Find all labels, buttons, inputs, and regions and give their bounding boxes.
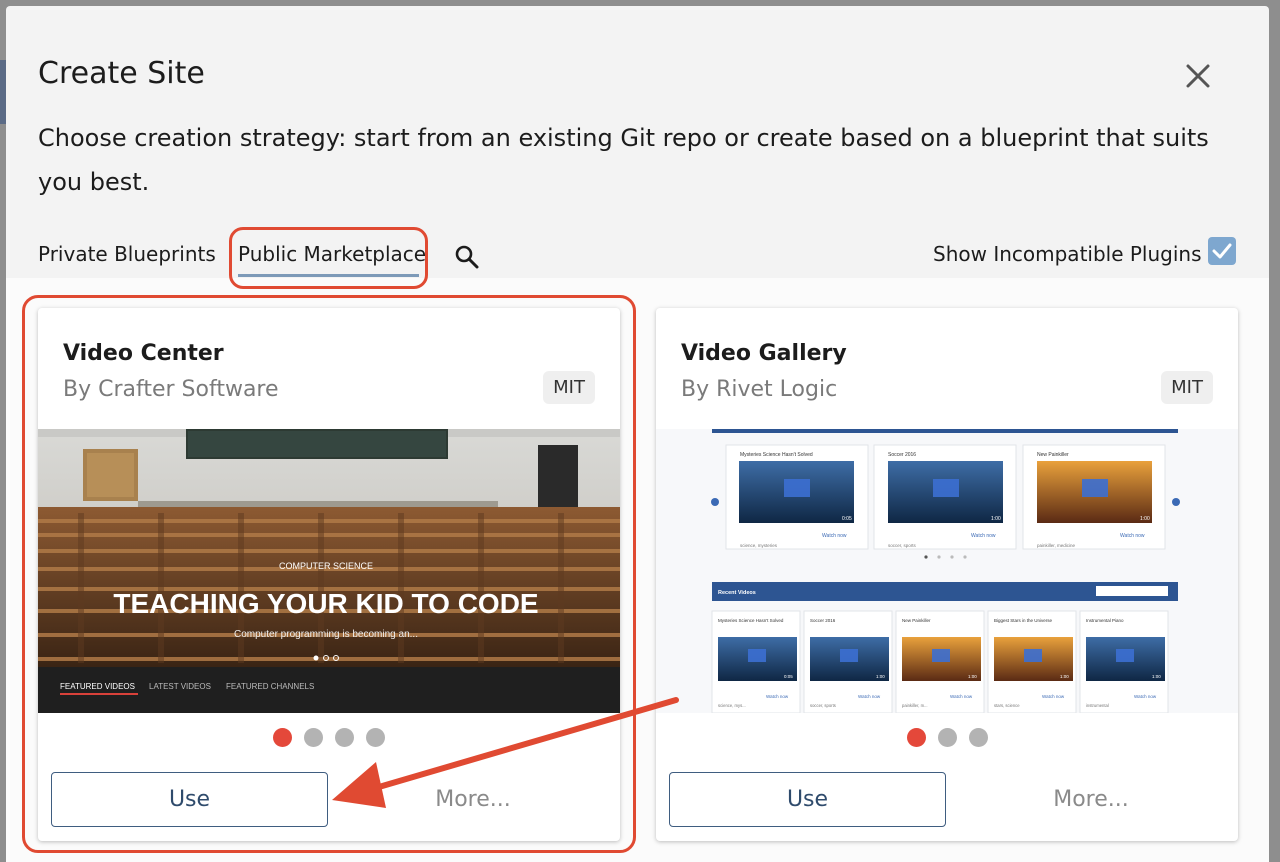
dialog-title: Create Site [38, 56, 205, 91]
blueprint-card-video-gallery: Video Gallery By Rivet Logic MIT Mysteri… [656, 308, 1238, 841]
svg-text:Instrumental Piano: Instrumental Piano [1086, 618, 1124, 623]
svg-text:1:00: 1:00 [968, 674, 977, 679]
svg-text:instrumental: instrumental [1086, 703, 1109, 708]
preview-headline: TEACHING YOUR KID TO CODE [113, 588, 538, 619]
svg-text:stars, science: stars, science [994, 703, 1020, 708]
search-button[interactable] [452, 242, 482, 272]
svg-text:Soccer 2016: Soccer 2016 [810, 618, 836, 623]
carousel-dot[interactable] [304, 728, 323, 747]
svg-text:science, mysteries: science, mysteries [740, 543, 778, 548]
svg-text:Mysteries Science Hasn't Solve: Mysteries Science Hasn't Solved [740, 452, 813, 458]
blueprint-card-video-center: Video Center By Crafter Software MIT COM… [38, 308, 620, 841]
more-button[interactable]: More... [338, 772, 608, 827]
carousel-dot[interactable] [273, 728, 292, 747]
svg-text:soccer, sports: soccer, sports [888, 543, 917, 548]
tab-private-blueprints[interactable]: Private Blueprints [38, 242, 216, 266]
checkmark-icon [1212, 243, 1232, 259]
annotation-tab-highlight [229, 227, 428, 289]
svg-text:Mysteries Science Hasn't Solve: Mysteries Science Hasn't Solved [718, 618, 784, 623]
use-button[interactable]: Use [669, 772, 946, 827]
card-author: By Crafter Software [63, 377, 279, 402]
card-preview-image: Mysteries Science Hasn't Solved 0:05 Wat… [656, 429, 1238, 713]
more-button[interactable]: More... [956, 772, 1226, 827]
svg-text:painkiller, medicine: painkiller, medicine [1037, 543, 1076, 548]
svg-text:1:00: 1:00 [1152, 674, 1161, 679]
use-button[interactable]: Use [51, 772, 328, 827]
license-badge: MIT [1161, 371, 1213, 404]
search-icon [455, 245, 479, 269]
carousel-dot[interactable] [335, 728, 354, 747]
preview-nav-featured: FEATURED VIDEOS [60, 682, 135, 691]
create-site-dialog: Create Site Choose creation strategy: st… [6, 6, 1269, 862]
svg-text:Watch now: Watch now [858, 694, 881, 699]
svg-text:soccer, sports: soccer, sports [810, 703, 836, 708]
carousel-dot[interactable] [906, 728, 926, 747]
close-icon [1186, 64, 1210, 88]
card-title: Video Center [63, 341, 224, 366]
svg-text:1:00: 1:00 [876, 674, 885, 679]
svg-text:science, mys...: science, mys... [718, 703, 746, 708]
carousel-dots [656, 728, 1238, 747]
dialog-subtitle: Choose creation strategy: start from an … [38, 124, 1209, 196]
svg-text:Soccer 2016: Soccer 2016 [888, 452, 916, 458]
carousel-dot[interactable] [366, 728, 385, 747]
svg-text:Watch now: Watch now [1120, 533, 1145, 539]
license-badge: MIT [543, 371, 595, 404]
svg-text:Recent Videos: Recent Videos [718, 590, 756, 596]
close-button[interactable] [1180, 58, 1216, 94]
svg-text:Watch now: Watch now [766, 694, 789, 699]
show-incompatible-plugins-checkbox[interactable] [1208, 237, 1236, 265]
svg-text:Watch now: Watch now [1134, 694, 1157, 699]
carousel-dots [38, 728, 620, 747]
svg-text:painkiller, m...: painkiller, m... [902, 703, 928, 708]
svg-text:Watch now: Watch now [950, 694, 973, 699]
svg-text:Biggest Stars in the Universe: Biggest Stars in the Universe [994, 618, 1053, 623]
svg-text:Watch now: Watch now [1042, 694, 1065, 699]
svg-text:New Painkiller: New Painkiller [902, 618, 931, 623]
svg-text:New Painkiller: New Painkiller [1037, 452, 1069, 458]
svg-text:Watch now: Watch now [822, 533, 847, 539]
svg-text:Watch now: Watch now [971, 533, 996, 539]
card-title: Video Gallery [681, 341, 847, 366]
carousel-dot[interactable] [937, 728, 957, 747]
svg-text:0:05: 0:05 [842, 516, 852, 522]
show-incompatible-plugins-label: Show Incompatible Plugins [933, 242, 1202, 266]
svg-text:1:00: 1:00 [1060, 674, 1069, 679]
card-author: By Rivet Logic [681, 377, 838, 402]
preview-nav-latest: LATEST VIDEOS [149, 682, 211, 691]
svg-text:0:05: 0:05 [784, 674, 793, 679]
card-preview-image: COMPUTER SCIENCE TEACHING YOUR KID TO CO… [38, 429, 620, 713]
preview-category: COMPUTER SCIENCE [279, 561, 373, 571]
svg-text:1:00: 1:00 [991, 516, 1001, 522]
preview-nav-channels: FEATURED CHANNELS [226, 682, 314, 691]
svg-text:1:00: 1:00 [1140, 516, 1150, 522]
preview-teaser: Computer programming is becoming an... [234, 629, 418, 640]
carousel-dot[interactable] [968, 728, 988, 747]
